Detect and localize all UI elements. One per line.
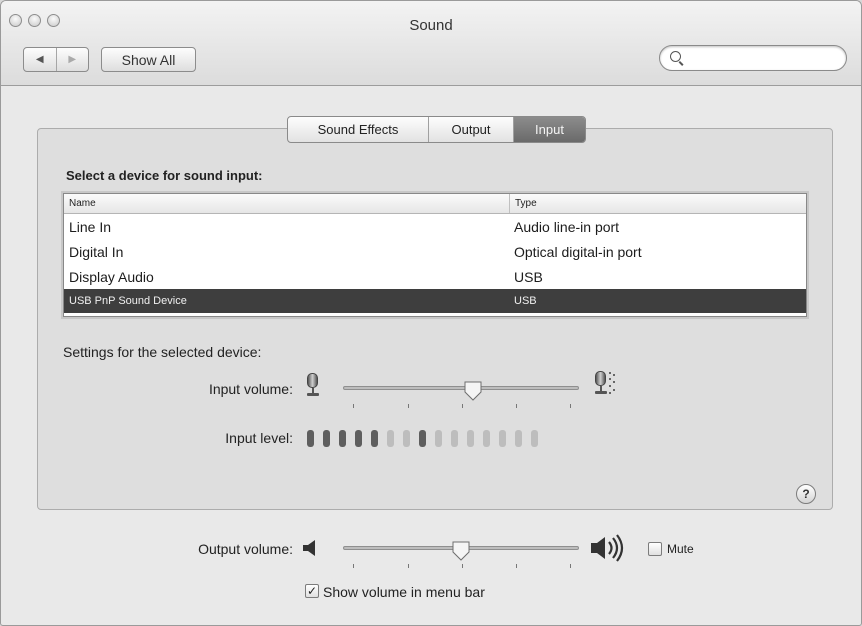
tab-sound-effects[interactable]: Sound Effects bbox=[288, 117, 428, 142]
sound-preferences-window: Sound ◀ ▶ Show All Sound Effects Output … bbox=[0, 0, 862, 626]
table-row[interactable]: Line In Audio line-in port bbox=[64, 214, 806, 239]
tab-bar: Sound Effects Output Input bbox=[287, 116, 586, 143]
input-level-segment bbox=[531, 430, 538, 447]
input-level-segment bbox=[323, 430, 330, 447]
show-volume-checkbox[interactable]: ✓ bbox=[305, 584, 319, 598]
device-name: Line In bbox=[69, 218, 112, 235]
input-volume-label: Input volume: bbox=[208, 381, 293, 397]
show-volume-label: Show volume in menu bar bbox=[323, 584, 485, 600]
input-level-segment bbox=[467, 430, 474, 447]
input-level-label: Input level: bbox=[225, 430, 293, 446]
input-level-segment bbox=[387, 430, 394, 447]
input-level-segment bbox=[451, 430, 458, 447]
input-level-segment bbox=[403, 430, 410, 447]
mute-checkbox[interactable] bbox=[648, 542, 662, 556]
window-title: Sound bbox=[409, 17, 453, 34]
input-level-segment bbox=[435, 430, 442, 447]
help-button[interactable]: ? bbox=[796, 484, 816, 504]
speaker-high-icon bbox=[591, 534, 624, 562]
input-level-segment bbox=[355, 430, 362, 447]
search-field[interactable] bbox=[659, 45, 847, 71]
input-device-table[interactable]: Name Type Line In Audio line-in port Dig… bbox=[63, 193, 807, 317]
show-all-button[interactable]: Show All bbox=[101, 47, 196, 72]
device-type: USB bbox=[514, 295, 537, 307]
titlebar: Sound ◀ ▶ Show All bbox=[1, 1, 861, 86]
table-row-selected[interactable]: USB PnP Sound Device USB bbox=[64, 289, 806, 313]
input-volume-track[interactable] bbox=[343, 386, 579, 390]
input-level-meter bbox=[307, 430, 538, 447]
back-forward-group: ◀ ▶ bbox=[23, 47, 89, 72]
tab-output[interactable]: Output bbox=[428, 117, 513, 142]
table-row[interactable]: Display Audio USB bbox=[64, 264, 806, 289]
input-level-segment bbox=[515, 430, 522, 447]
output-volume-label: Output volume: bbox=[198, 541, 293, 557]
mute-label: Mute bbox=[667, 542, 694, 556]
input-level-segment bbox=[419, 430, 426, 447]
search-icon bbox=[670, 51, 681, 62]
table-header: Name Type bbox=[64, 194, 806, 214]
device-name: Digital In bbox=[69, 243, 124, 260]
table-row[interactable]: Digital In Optical digital-in port bbox=[64, 239, 806, 264]
tab-input[interactable]: Input bbox=[513, 117, 585, 142]
input-level-segment bbox=[499, 430, 506, 447]
output-volume-thumb[interactable] bbox=[452, 541, 470, 561]
device-type: Optical digital-in port bbox=[514, 243, 642, 260]
tab-content-panel bbox=[37, 128, 833, 510]
search-input[interactable] bbox=[686, 49, 840, 69]
forward-button[interactable]: ▶ bbox=[55, 48, 89, 71]
device-type: USB bbox=[514, 268, 543, 285]
microphone-high-icon bbox=[593, 371, 615, 395]
input-level-segment bbox=[339, 430, 346, 447]
input-volume-thumb[interactable] bbox=[464, 381, 482, 401]
speaker-low-icon bbox=[303, 540, 315, 556]
device-list-heading: Select a device for sound input: bbox=[66, 168, 263, 183]
device-type: Audio line-in port bbox=[514, 218, 620, 235]
input-level-segment bbox=[483, 430, 490, 447]
back-button[interactable]: ◀ bbox=[24, 48, 56, 71]
device-name: USB PnP Sound Device bbox=[69, 295, 187, 307]
column-header-type[interactable]: Type bbox=[509, 194, 806, 213]
settings-label: Settings for the selected device: bbox=[63, 344, 262, 360]
input-level-segment bbox=[371, 430, 378, 447]
device-name: Display Audio bbox=[69, 268, 154, 285]
input-level-segment bbox=[307, 430, 314, 447]
microphone-low-icon bbox=[305, 373, 319, 397]
column-header-name[interactable]: Name bbox=[64, 194, 509, 213]
